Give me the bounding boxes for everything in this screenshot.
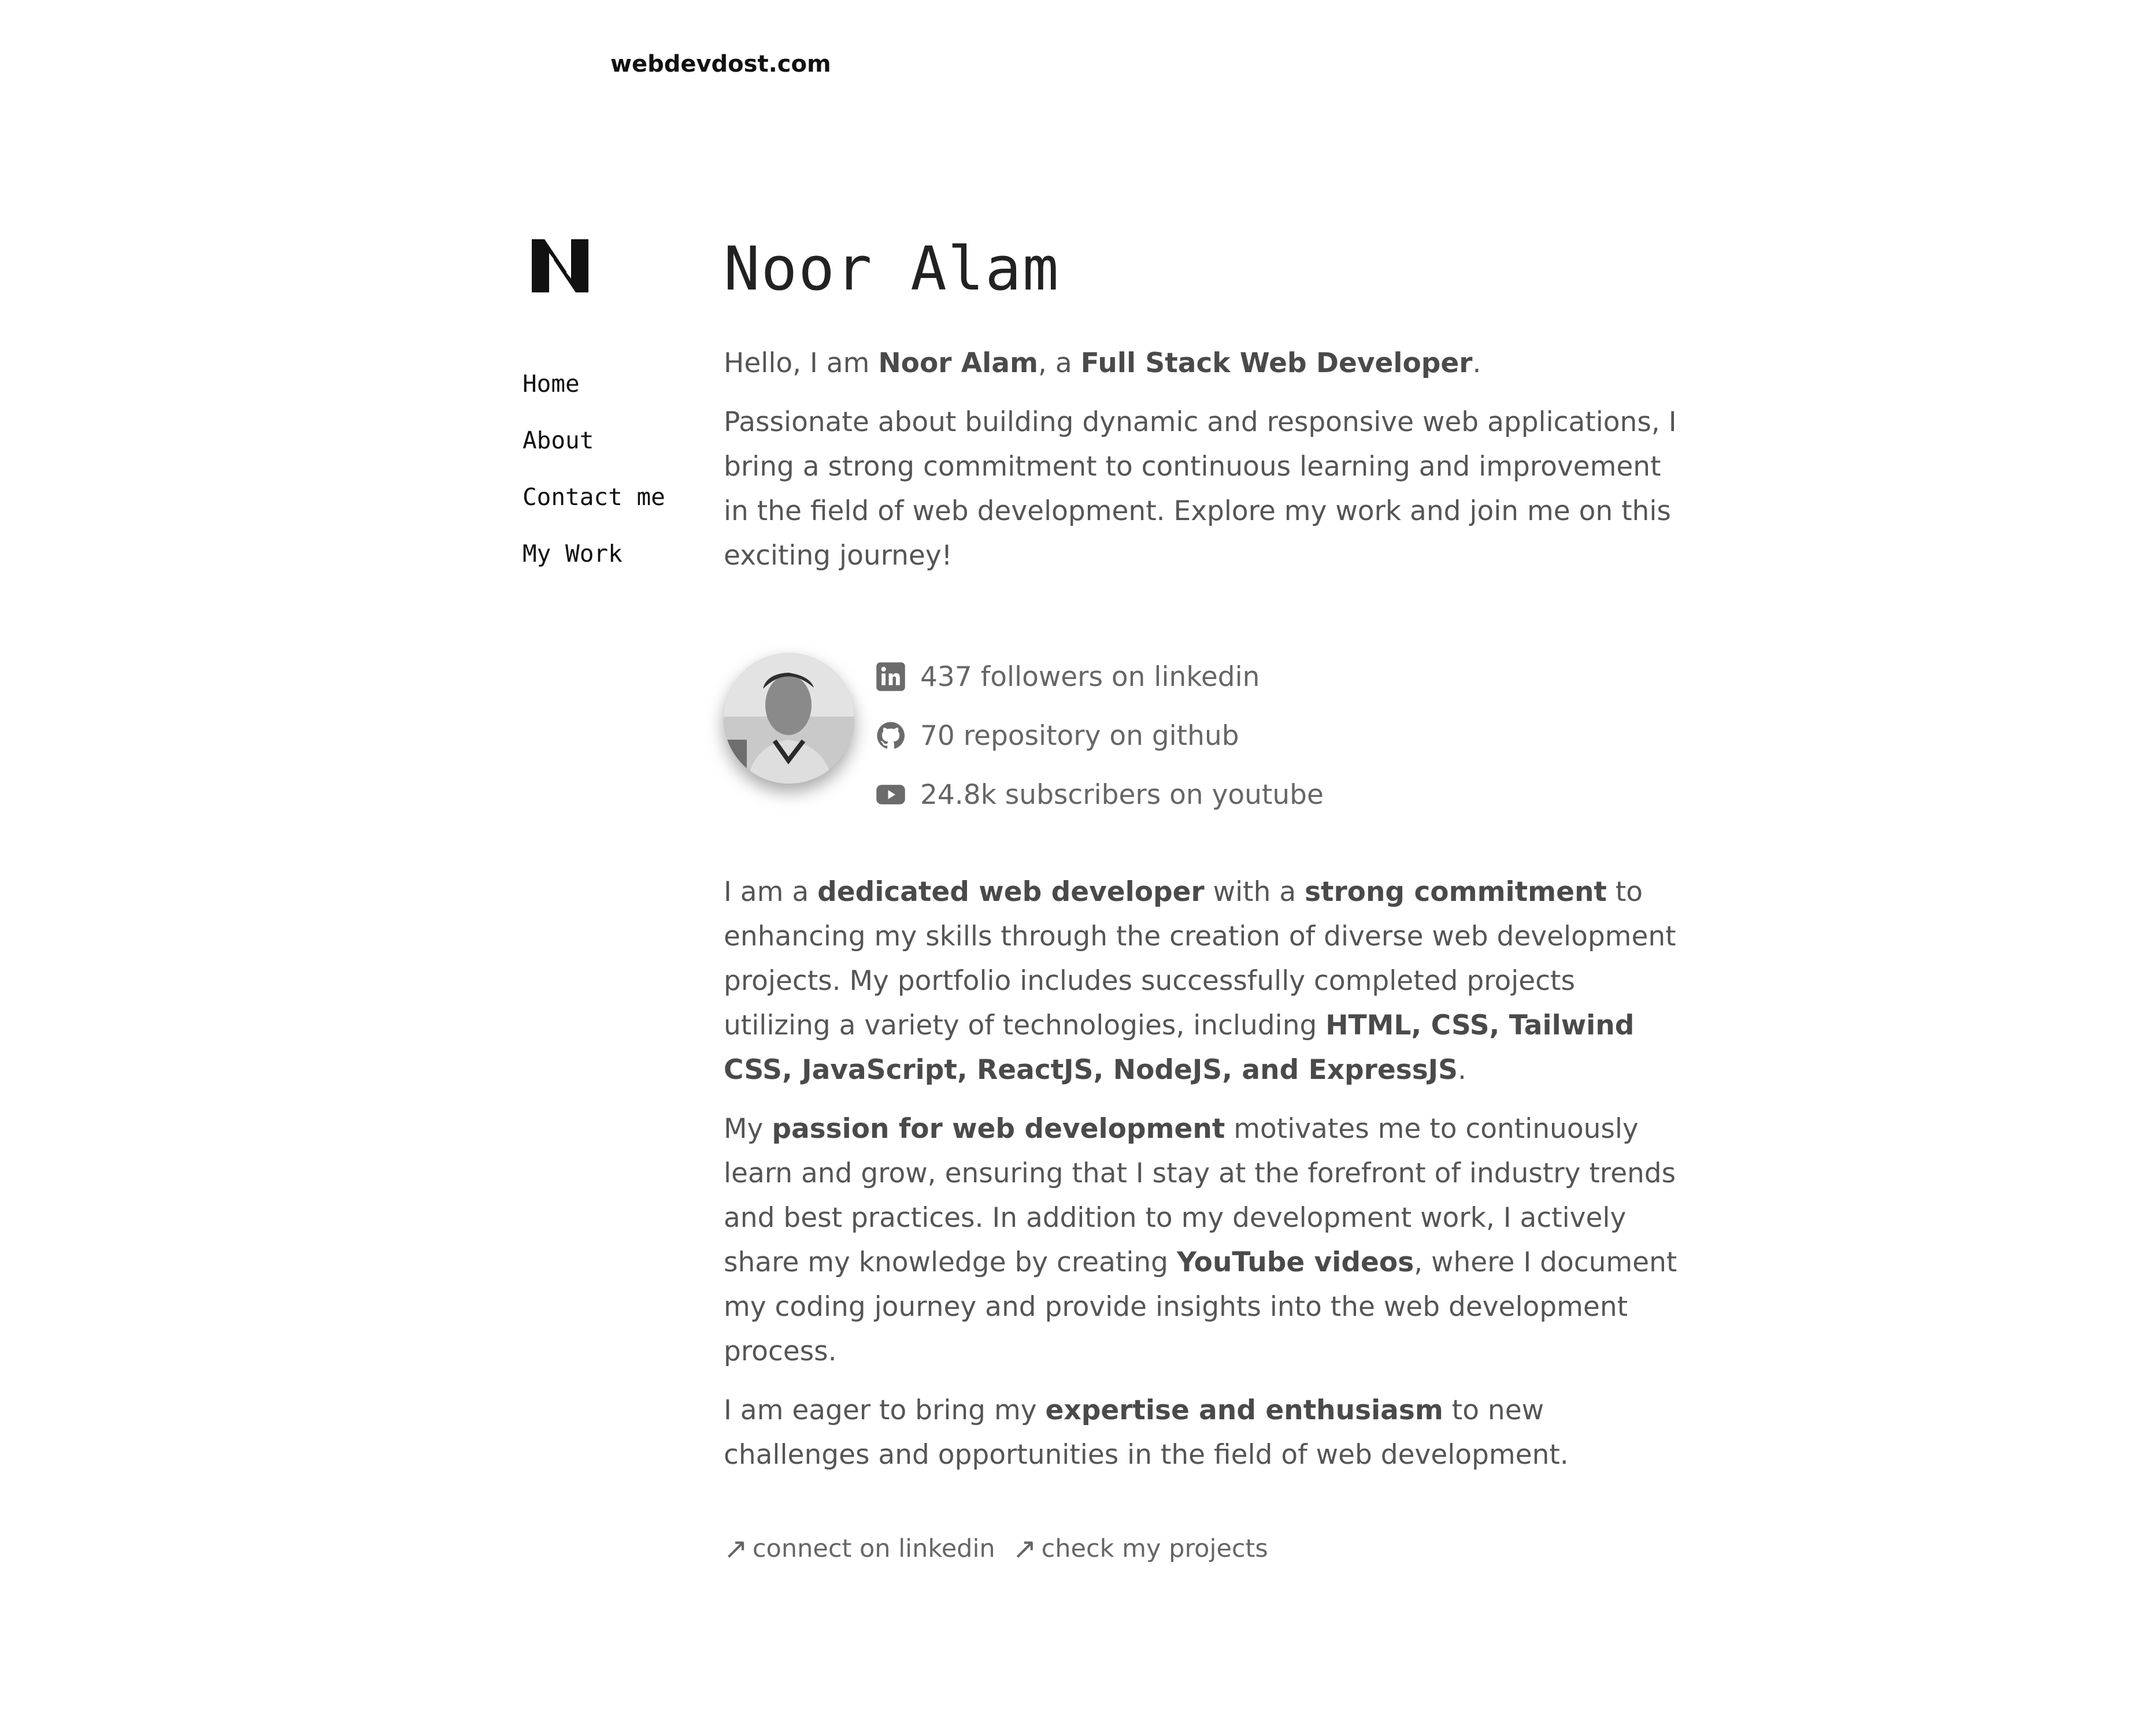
highlight-expertise: expertise and enthusiasm xyxy=(1045,1394,1443,1426)
nav-about[interactable]: About xyxy=(523,412,696,469)
role-highlight: Full Stack Web Developer xyxy=(1080,347,1473,379)
name-highlight: Noor Alam xyxy=(878,347,1038,379)
github-icon xyxy=(875,720,906,751)
highlight-dedicated: dedicated web developer xyxy=(817,876,1205,908)
about-paragraph-2: My passion for web development motivates… xyxy=(724,1113,1677,1367)
connect-linkedin-link[interactable]: ↗ connect on linkedin xyxy=(724,1532,995,1565)
sidebar: Home About Contact me My Work xyxy=(523,237,696,582)
stat-linkedin-text: 437 followers on linkedin xyxy=(920,661,1260,693)
arrow-up-right-icon: ↗ xyxy=(724,1532,748,1565)
profile-summary: 437 followers on linkedin 70 repository … xyxy=(724,647,1677,821)
nav-home[interactable]: Home xyxy=(523,355,696,412)
social-stats: 437 followers on linkedin 70 repository … xyxy=(875,647,1324,824)
stat-youtube-text: 24.8k subscribers on youtube xyxy=(920,778,1324,811)
linkedin-icon xyxy=(875,661,906,692)
passion-text: Passionate about building dynamic and re… xyxy=(724,406,1677,572)
footer-links: ↗ connect on linkedin ↗ check my project… xyxy=(724,1532,1677,1565)
stat-github-text: 70 repository on github xyxy=(920,719,1239,752)
about-paragraph-3: I am eager to bring my expertise and ent… xyxy=(724,1394,1569,1471)
stat-github: 70 repository on github xyxy=(875,706,1324,765)
highlight-youtube: YouTube videos xyxy=(1176,1246,1414,1278)
about-paragraph-1: I am a dedicated web developer with a st… xyxy=(724,876,1676,1086)
page-title: Noor Alam xyxy=(724,233,1060,304)
logo-icon[interactable] xyxy=(528,237,592,295)
nav-my-work[interactable]: My Work xyxy=(523,525,696,582)
arrow-up-right-icon: ↗ xyxy=(1012,1532,1037,1565)
main-content: Noor Alam Hello, I am Noor Alam, a Full … xyxy=(724,231,1677,1565)
stat-youtube: 24.8k subscribers on youtube xyxy=(875,765,1324,824)
nav-contact[interactable]: Contact me xyxy=(523,469,696,525)
highlight-commitment: strong commitment xyxy=(1305,876,1607,908)
site-domain-label: webdevdost.com xyxy=(610,51,831,77)
avatar xyxy=(724,653,854,784)
youtube-icon xyxy=(875,779,906,810)
highlight-passion: passion for web development xyxy=(772,1113,1225,1145)
stat-linkedin: 437 followers on linkedin xyxy=(875,647,1324,706)
check-projects-link[interactable]: ↗ check my projects xyxy=(1013,1532,1268,1565)
intro-text: Hello, I am Noor Alam, a Full Stack Web … xyxy=(724,347,1481,379)
